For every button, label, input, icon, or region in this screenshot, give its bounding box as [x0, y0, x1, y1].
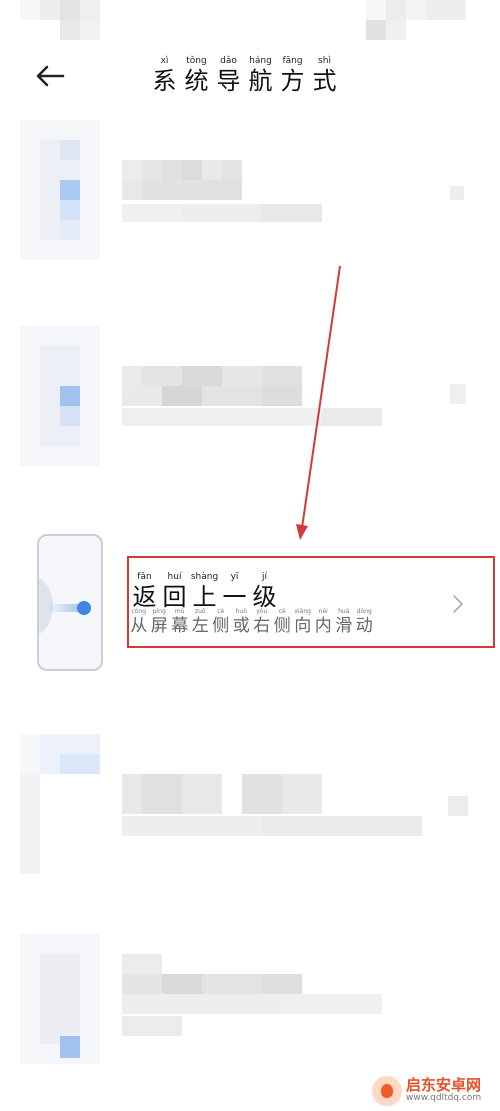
title-pinyin: shì — [318, 56, 331, 66]
item-title-char: jí 级 — [251, 572, 278, 611]
item-title-hanzi: 一 — [222, 583, 247, 611]
title-hanzi: 系 — [152, 67, 177, 95]
highlight-box: fǎn 返 huí 回 shàng 上 yī 一 jí 级 cóng 从 píng 屏 mù 幕 zuǒ 左 cè… — [127, 556, 495, 648]
title-hanzi: 方 — [280, 67, 305, 95]
title-char: shì 式 — [310, 56, 339, 95]
item-subtitle-pinyin: cóng — [131, 608, 147, 615]
item-subtitle-char: cè 侧 — [211, 608, 231, 636]
item-title-pinyin: fǎn — [137, 572, 152, 582]
title-hanzi: 导 — [216, 67, 241, 95]
item-title-char: yī 一 — [221, 572, 248, 611]
item-subtitle-pinyin: cè — [278, 608, 286, 615]
watermark-url: www.qdltdq.com — [406, 1093, 482, 1103]
item-subtitle-pinyin: huá — [338, 608, 350, 615]
title-pinyin: tǒng — [186, 56, 207, 66]
item-subtitle-hanzi: 侧 — [273, 616, 291, 636]
item-subtitle-pinyin: zuǒ — [194, 608, 206, 615]
title-pinyin: dǎo — [220, 56, 237, 66]
title-char: háng 航 — [246, 56, 275, 95]
watermark-logo-icon — [372, 1076, 402, 1106]
item-subtitle-hanzi: 屏 — [150, 616, 168, 636]
item-subtitle-char: nèi 内 — [314, 608, 334, 636]
list-item-blurred-4 — [20, 934, 480, 1074]
title-char: xì 系 — [150, 56, 179, 95]
item-title-char: fǎn 返 — [131, 572, 158, 611]
item-subtitle-hanzi: 左 — [191, 616, 209, 636]
item-subtitle-pinyin: nèi — [318, 608, 328, 615]
item-subtitle-char: mù 幕 — [170, 608, 190, 636]
chevron-right-icon — [453, 595, 463, 613]
item-subtitle-char: píng 屏 — [150, 608, 170, 636]
item-subtitle-pinyin: dòng — [356, 608, 372, 615]
watermark-name: 启东安卓网 — [406, 1076, 482, 1094]
list-item-blurred-1 — [20, 120, 480, 270]
item-subtitle-pinyin: píng — [152, 608, 166, 615]
item-subtitle-char: yòu 右 — [252, 608, 272, 636]
item-subtitle: cóng 从 píng 屏 mù 幕 zuǒ 左 cè 侧 huò 或 yòu 右 cè 侧 xiàng 向 nèi… — [129, 608, 374, 636]
title-pinyin: xì — [160, 56, 169, 66]
item-title-hanzi: 上 — [192, 583, 217, 611]
item-title-pinyin: jí — [261, 572, 267, 582]
item-title-pinyin: huí — [167, 572, 182, 582]
item-title-hanzi: 回 — [162, 583, 187, 611]
item-subtitle-hanzi: 侧 — [212, 616, 230, 636]
title-char: fāng 方 — [278, 56, 307, 95]
item-subtitle-pinyin: cè — [217, 608, 225, 615]
item-title-hanzi: 返 — [132, 583, 157, 611]
item-title-pinyin: yī — [230, 572, 239, 582]
item-subtitle-char: huá 滑 — [334, 608, 354, 636]
item-subtitle-hanzi: 动 — [355, 616, 373, 636]
item-title: fǎn 返 huí 回 shàng 上 yī 一 jí 级 — [131, 572, 278, 611]
item-subtitle-hanzi: 内 — [314, 616, 332, 636]
title-pinyin: háng — [249, 56, 272, 66]
item-subtitle-hanzi: 右 — [253, 616, 271, 636]
item-subtitle-char: dòng 动 — [355, 608, 375, 636]
item-subtitle-char: xiàng 向 — [293, 608, 313, 636]
item-subtitle-char: cóng 从 — [129, 608, 149, 636]
annotation-arrow — [296, 265, 341, 540]
item-subtitle-hanzi: 从 — [130, 616, 148, 636]
item-title-char: huí 回 — [161, 572, 188, 611]
list-item-back-gesture[interactable]: fǎn 返 huí 回 shàng 上 yī 一 jí 级 cóng 从 píng 屏 mù 幕 zuǒ 左 cè… — [0, 528, 500, 676]
item-subtitle-hanzi: 或 — [232, 616, 250, 636]
arrow-left-icon — [36, 65, 65, 87]
back-button[interactable] — [30, 56, 70, 96]
item-subtitle-pinyin: huò — [235, 608, 247, 615]
title-char: tǒng 统 — [182, 56, 211, 95]
item-subtitle-pinyin: xiàng — [294, 608, 311, 615]
item-subtitle-char: zuǒ 左 — [191, 608, 211, 636]
item-subtitle-pinyin: mù — [174, 608, 185, 615]
item-title-pinyin: shàng — [190, 572, 219, 582]
item-title-char: shàng 上 — [191, 572, 218, 611]
mosaic-top-right — [366, 0, 466, 40]
phone-gesture-preview — [37, 534, 103, 671]
title-hanzi: 式 — [312, 67, 337, 95]
title-hanzi: 统 — [184, 67, 209, 95]
watermark: 启东安卓网 www.qdltdq.com — [372, 1074, 496, 1108]
item-subtitle-char: huò 或 — [232, 608, 252, 636]
item-title-hanzi: 级 — [252, 583, 277, 611]
title-char: dǎo 导 — [214, 56, 243, 95]
item-subtitle-hanzi: 向 — [294, 616, 312, 636]
title-hanzi: 航 — [248, 67, 273, 95]
page-title: xì 系 tǒng 统 dǎo 导 háng 航 fāng 方 shì 式 — [150, 56, 350, 100]
list-item-blurred-2 — [20, 326, 480, 472]
item-subtitle-char: cè 侧 — [273, 608, 293, 636]
list-item-blurred-3 — [20, 734, 480, 884]
item-subtitle-hanzi: 幕 — [171, 616, 189, 636]
item-subtitle-hanzi: 滑 — [335, 616, 353, 636]
item-subtitle-pinyin: yòu — [256, 608, 268, 615]
title-pinyin: fāng — [282, 56, 303, 66]
mosaic-top-left — [20, 0, 100, 40]
